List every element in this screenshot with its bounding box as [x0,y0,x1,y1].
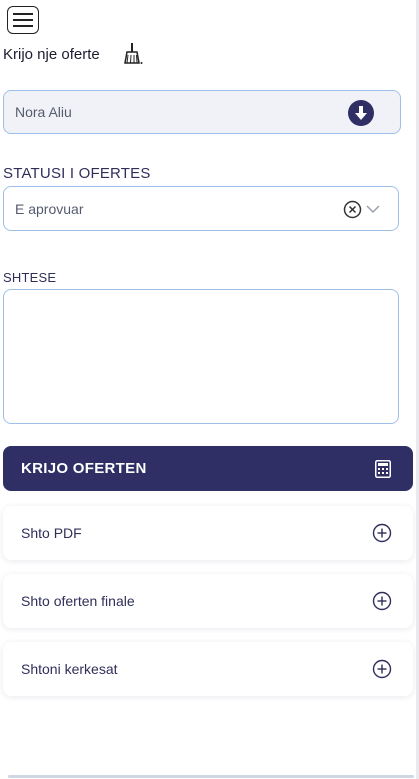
status-label: STATUSI I OFERTES [3,165,151,182]
client-name: Nora Aliu [15,104,72,120]
status-value: E aprovuar [15,200,84,217]
clear-x-icon[interactable] [343,200,362,219]
bottom-divider [8,775,414,778]
chevron-down-icon[interactable] [366,203,380,215]
create-offer-label: KRIJO OFERTEN [21,460,147,477]
menu-button[interactable] [7,6,39,34]
add-requirements-label: Shtoni kerkesat [21,661,118,677]
add-pdf-label: Shto PDF [21,525,82,541]
page-title: Krijo nje oferte [3,45,100,63]
broom-icon[interactable] [122,42,144,66]
create-offer-button[interactable]: KRIJO OFERTEN [3,446,413,491]
add-final-offer-label: Shto oferten finale [21,593,135,609]
plus-circle-icon[interactable] [372,523,392,543]
client-field[interactable]: Nora Aliu [3,90,401,134]
hamburger-menu-icon [13,13,33,27]
plus-circle-icon[interactable] [372,591,392,611]
notes-textarea[interactable] [3,289,399,424]
page-header: Krijo nje oferte [3,42,144,66]
add-final-offer-card[interactable]: Shto oferten finale [3,574,413,628]
status-select[interactable]: E aprovuar [3,186,399,231]
notes-label: SHTESE [3,270,57,285]
plus-circle-icon[interactable] [372,659,392,679]
download-circle-icon[interactable] [348,100,374,126]
add-requirements-card[interactable]: Shtoni kerkesat [3,642,413,696]
calculator-icon [375,460,391,478]
add-pdf-card[interactable]: Shto PDF [3,506,413,560]
